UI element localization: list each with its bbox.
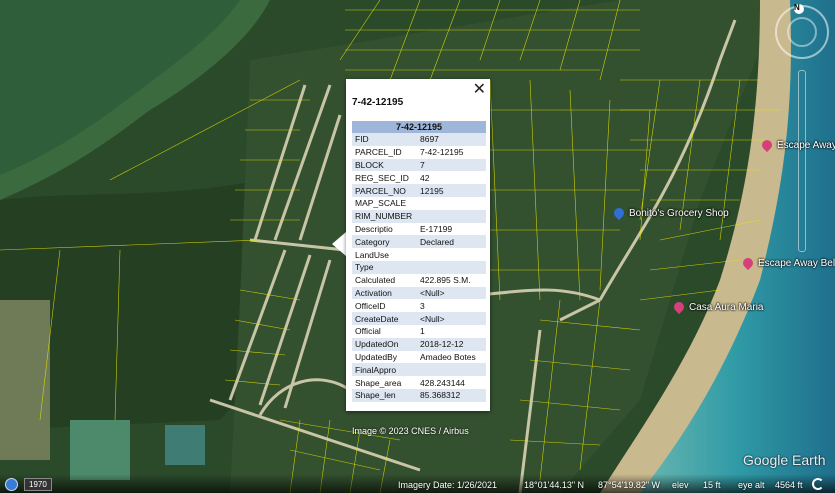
field-value: 2018-12-12: [417, 337, 486, 351]
table-row: REG_SEC_ID 42: [352, 171, 486, 184]
place-label: Escape Away Bel: [758, 258, 835, 269]
elevation-value: 15 ft: [703, 480, 721, 490]
field-value: <Null>: [417, 286, 486, 300]
field-value: 7: [417, 158, 486, 172]
field-name: PARCEL_ID: [355, 147, 402, 158]
field-value: [417, 248, 486, 261]
place-label: Bonito's Grocery Shop: [629, 208, 729, 219]
field-value: 428.243144: [420, 377, 465, 388]
eye-alt-value: 4564 ft: [775, 480, 803, 490]
place-label: Escape Away Co: [777, 140, 835, 151]
field-name: Type: [352, 260, 417, 274]
table-row: FID 8697: [352, 133, 486, 146]
table-row: LandUse: [352, 248, 486, 261]
imagery-date: Imagery Date: 1/26/2021: [398, 480, 498, 490]
compass-north-label: N: [794, 3, 800, 12]
field-value: 42: [420, 172, 430, 183]
field-value: [417, 260, 486, 274]
field-name: RIM_NUMBER: [352, 209, 417, 223]
table-row: Descriptio E-17199: [352, 223, 486, 236]
field-name: Activation: [352, 286, 417, 300]
table-row: Category Declared: [352, 235, 486, 249]
table-header: 7-42-12195: [352, 121, 486, 133]
field-name: REG_SEC_ID: [355, 172, 409, 183]
table-row: OfficeID 3: [352, 299, 486, 312]
field-name: Official: [355, 326, 381, 337]
popup-title: 7-42-12195: [352, 97, 404, 108]
place-escape-away-bel[interactable]: Escape Away Bel: [740, 256, 835, 271]
table-row: Calculated 422.895 S.M.: [352, 274, 486, 287]
field-value: 7-42-12195: [420, 147, 464, 158]
field-value: E-17199: [420, 223, 453, 234]
field-value: Declared: [417, 235, 486, 249]
table-row: UpdatedBy Amadeo Botes: [352, 351, 486, 364]
field-value: 3: [420, 300, 425, 311]
field-name: CreateDate: [352, 312, 417, 325]
field-value: <Null>: [417, 312, 486, 325]
historical-year[interactable]: 1970: [24, 478, 52, 491]
field-name: PARCEL_NO: [352, 184, 417, 197]
table-row: Activation <Null>: [352, 286, 486, 300]
field-name: BLOCK: [352, 158, 417, 172]
field-name: UpdatedBy: [355, 351, 398, 362]
zoom-slider[interactable]: [798, 70, 806, 252]
close-icon[interactable]: ✕: [473, 79, 486, 98]
navigation-control[interactable]: [772, 2, 832, 62]
loading-spinner-icon: [812, 478, 824, 490]
field-name: FID: [352, 133, 417, 146]
table-row: BLOCK 7: [352, 158, 486, 172]
field-value: 422.895 S.M.: [420, 275, 471, 286]
pink-pin-icon: [671, 300, 687, 315]
field-value: [417, 363, 486, 377]
attribute-table: 7-42-12195 FID 8697 PARCEL_ID 7-42-12195 BLO…: [352, 121, 486, 402]
field-value: [417, 197, 486, 210]
table-row: PARCEL_ID 7-42-12195: [352, 146, 486, 159]
place-casa-aura-maria[interactable]: Casa Aura Maria: [671, 300, 764, 315]
google-earth-logo: Google Earth: [743, 452, 826, 468]
field-value: [417, 209, 486, 223]
field-name: UpdatedOn: [352, 337, 417, 351]
table-row: FinalAppro: [352, 363, 486, 377]
field-value: Amadeo Botes: [420, 351, 476, 362]
field-name: FinalAppro: [352, 363, 417, 377]
place-label: Casa Aura Maria: [689, 302, 764, 313]
table-row: UpdatedOn 2018-12-12: [352, 337, 486, 351]
imagery-credit: Image © 2023 CNES / Airbus: [352, 426, 469, 436]
field-name: Descriptio: [355, 223, 393, 234]
field-name: OfficeID: [355, 300, 386, 311]
longitude: 87°54'19.82" W: [598, 480, 661, 490]
field-name: MAP_SCALE: [355, 198, 407, 209]
field-name: Shape_len: [352, 388, 417, 402]
table-row: PARCEL_NO 12195: [352, 184, 486, 197]
field-value: 12195: [417, 184, 486, 197]
table-row: Shape_area 428.243144: [352, 376, 486, 389]
table-row: Shape_len 85.368312: [352, 388, 486, 402]
parcel-info-popup: ✕ 7-42-12195 7-42-12195 FID 8697 PARCEL_ID…: [346, 79, 490, 411]
blue-pin-icon: [611, 206, 627, 221]
eye-alt-label: eye alt: [738, 480, 765, 490]
table-row: MAP_SCALE: [352, 197, 486, 210]
field-value: 8697: [417, 133, 486, 146]
table-row: RIM_NUMBER: [352, 209, 486, 223]
pink-pin-icon: [740, 256, 756, 271]
pink-pin-icon: [759, 138, 775, 153]
place-bonitos-grocery[interactable]: Bonito's Grocery Shop: [611, 206, 729, 221]
field-name: Category: [352, 235, 417, 249]
table-row: Official 1: [352, 325, 486, 338]
popup-pointer: [332, 232, 346, 256]
elevation-label: elev: [672, 480, 689, 490]
field-value: 1: [420, 326, 425, 337]
field-name: LandUse: [355, 249, 390, 260]
field-name: Calculated: [355, 275, 396, 286]
table-row: CreateDate <Null>: [352, 312, 486, 325]
field-name: Shape_area: [355, 377, 402, 388]
table-row: Type: [352, 260, 486, 274]
field-value: 85.368312: [417, 388, 486, 402]
latitude: 18°01'44.13" N: [524, 480, 585, 490]
historical-imagery-icon[interactable]: [5, 478, 18, 491]
